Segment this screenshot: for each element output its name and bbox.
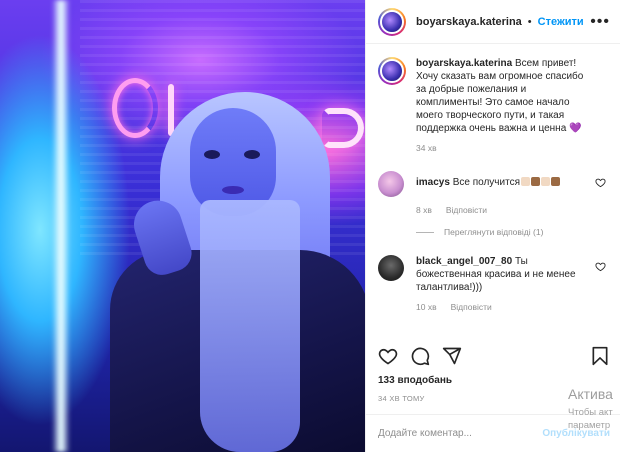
comment-input[interactable]	[378, 427, 528, 439]
post-photo[interactable]	[0, 0, 365, 452]
header-separator: •	[527, 15, 532, 28]
post-caption: boyarskaya.katerina Всем привет! Хочу ск…	[378, 57, 610, 135]
comment-meta: 10 хв Відповісти	[416, 302, 610, 312]
commenter-avatar[interactable]	[378, 255, 404, 281]
author-avatar[interactable]	[378, 7, 406, 36]
comment-time: 8 хв	[416, 205, 432, 215]
photo-hair-front	[200, 200, 300, 452]
post-header: boyarskaya.katerina • Стежити •••	[366, 0, 620, 44]
add-comment-bar: Опублікувати	[366, 414, 620, 452]
reply-button[interactable]: Відповісти	[451, 302, 492, 312]
comment-like-heart-icon[interactable]	[595, 177, 606, 188]
clap-emoji-icon	[550, 177, 560, 186]
share-icon[interactable]	[442, 346, 462, 366]
neon-sign-r	[322, 108, 364, 148]
comment-time: 10 хв	[416, 302, 437, 312]
author-username[interactable]: boyarskaya.katerina	[416, 16, 522, 28]
caption-time: 34 хв	[416, 143, 437, 153]
bookmark-icon[interactable]	[590, 346, 610, 366]
photo-eye-left	[204, 150, 220, 159]
comment-like-heart-icon[interactable]	[595, 261, 606, 272]
likes-count[interactable]: 133 вподобань	[378, 375, 452, 386]
comment-item: imacys Все получится	[378, 171, 610, 197]
comment-text: Все получится	[452, 177, 520, 188]
caption-text: Всем привет! Хочу сказать вам огромное с…	[416, 58, 584, 134]
photo-lips	[222, 186, 244, 194]
caption-avatar[interactable]	[378, 57, 406, 85]
heart-icon[interactable]	[378, 346, 398, 366]
post-timestamp: 34 ХВ ТОМУ	[378, 394, 425, 403]
comment-username[interactable]: imacys	[416, 177, 450, 188]
follow-button[interactable]: Стежити	[538, 16, 584, 28]
reply-button[interactable]: Відповісти	[446, 205, 487, 215]
publish-button[interactable]: Опублікувати	[542, 428, 610, 439]
neon-tube	[52, 0, 70, 452]
clap-emoji-icon	[530, 177, 540, 186]
post-side-panel: boyarskaya.katerina • Стежити ••• boyars…	[365, 0, 620, 452]
comment-username[interactable]: black_angel_007_80	[416, 256, 512, 267]
commenter-avatar[interactable]	[378, 171, 404, 197]
neon-sign-i	[168, 84, 174, 136]
comment-item: black_angel_007_80 Ты божественная краси…	[378, 255, 610, 294]
caption-body: boyarskaya.katerina Всем привет! Хочу ск…	[416, 57, 594, 135]
comments-list[interactable]: boyarskaya.katerina Всем привет! Хочу ск…	[366, 45, 620, 333]
comment-meta: 8 хв Відповісти	[416, 205, 610, 215]
instagram-post-modal: boyarskaya.katerina • Стежити ••• boyars…	[0, 0, 620, 452]
caption-username[interactable]: boyarskaya.katerina	[416, 58, 512, 69]
view-replies-label: Переглянути відповіді (1)	[444, 227, 544, 237]
clap-emoji-icon	[520, 177, 530, 186]
comment-body: imacys Все получится	[416, 176, 594, 189]
caption-meta: 34 хв	[416, 143, 610, 153]
comment-icon[interactable]	[410, 346, 430, 366]
photo-eye-right	[244, 150, 260, 159]
replies-line	[416, 231, 434, 233]
more-options-icon[interactable]: •••	[590, 13, 610, 30]
comment-body: black_angel_007_80 Ты божественная краси…	[416, 255, 594, 294]
view-replies-button[interactable]: Переглянути відповіді (1)	[416, 227, 610, 237]
post-actions	[378, 343, 610, 369]
neon-sign-c	[112, 78, 158, 138]
clap-emoji-icon	[540, 177, 550, 186]
